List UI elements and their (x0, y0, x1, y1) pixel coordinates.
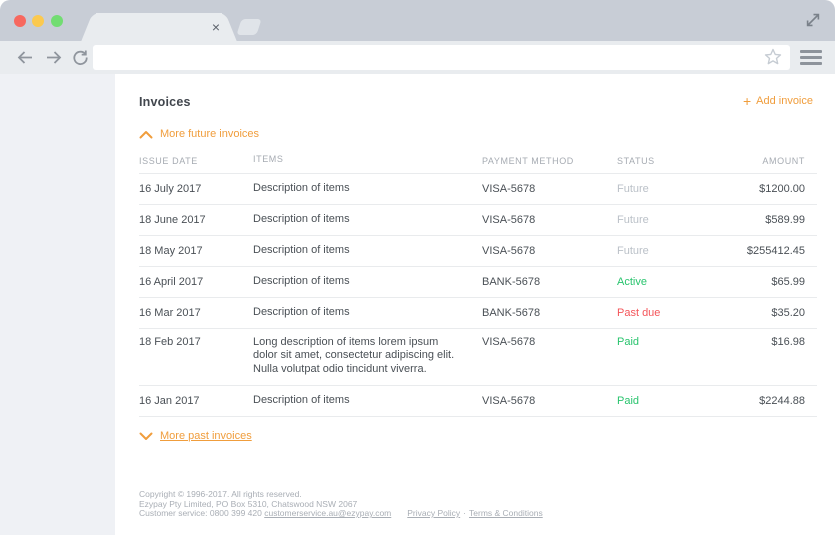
issue-date-cell: 16 April 2017 (139, 275, 204, 288)
issue-date-cell: 16 July 2017 (139, 182, 202, 195)
issue-date-cell: 16 Mar 2017 (139, 306, 201, 319)
address-bar-input[interactable] (93, 45, 790, 70)
footer-customer-service: Customer service: 0800 399 420 (139, 508, 265, 519)
page-title: Invoices (139, 95, 191, 109)
amount-cell: $2244.88 (759, 395, 805, 408)
payment-method-cell: VISA-5678 (482, 335, 536, 348)
items-cell: Description of items (253, 243, 350, 256)
status-cell: Past due (617, 306, 661, 319)
amount-cell: $589.99 (765, 213, 805, 226)
footer-contact-row: Customer service: 0800 399 420 customers… (139, 508, 835, 519)
header-amount: AMOUNT (762, 155, 805, 166)
invoice-table-row: 16 April 2017 Description of items BANK-… (139, 267, 817, 298)
invoice-table-body: 16 July 2017 Description of items VISA-5… (139, 174, 817, 418)
window-zoom-button[interactable] (51, 15, 63, 27)
header-status: STATUS (617, 155, 655, 166)
left-sidebar-strip (0, 74, 115, 535)
header-items: ITEMS (253, 154, 284, 165)
back-button[interactable] (16, 48, 35, 67)
browser-window: × Invoices + Add invoice More future inv… (0, 0, 835, 535)
issue-date-cell: 18 Feb 2017 (139, 335, 201, 348)
payment-method-cell: VISA-5678 (482, 244, 536, 257)
bookmark-star-icon[interactable] (763, 47, 783, 67)
add-invoice-button[interactable]: + Add invoice (742, 92, 813, 109)
privacy-policy-link[interactable]: Privacy Policy (407, 508, 460, 518)
invoice-table-row: 16 Mar 2017 Description of items BANK-56… (139, 298, 817, 329)
status-cell: Active (617, 275, 647, 288)
amount-cell: $1200.00 (759, 182, 805, 195)
page-body: Invoices + Add invoice More future invoi… (0, 74, 835, 535)
tab-close-icon[interactable]: × (212, 20, 220, 34)
terms-conditions-link[interactable]: Terms & Conditions (469, 508, 543, 518)
amount-cell: $16.98 (771, 335, 805, 348)
more-future-invoices-label: More future invoices (160, 128, 260, 140)
window-close-button[interactable] (14, 15, 26, 27)
invoice-table: ISSUE DATE ITEMS PAYMENT METHOD STATUS A… (139, 148, 817, 418)
browser-tab[interactable]: × (96, 13, 222, 41)
amount-cell: $35.20 (771, 306, 805, 319)
refresh-button[interactable] (71, 48, 90, 67)
items-cell: Description of items (253, 305, 350, 318)
header-payment-method: PAYMENT METHOD (482, 155, 574, 166)
issue-date-cell: 18 June 2017 (139, 213, 206, 226)
site-footer: Copyright © 1996-2017. All rights reserv… (139, 489, 835, 519)
table-header-row: ISSUE DATE ITEMS PAYMENT METHOD STATUS A… (139, 148, 817, 174)
window-minimize-button[interactable] (32, 15, 44, 27)
items-cell: Description of items (253, 181, 350, 194)
status-cell: Future (617, 213, 649, 226)
items-cell: Description of items (253, 394, 350, 407)
browser-toolbar (0, 41, 835, 74)
items-cell: Long description of items lorem ipsum do… (253, 335, 455, 376)
chevron-down-icon (139, 432, 153, 440)
payment-method-cell: BANK-5678 (482, 275, 541, 288)
invoices-page: Invoices + Add invoice More future invoi… (115, 74, 835, 535)
forward-button[interactable] (44, 48, 63, 67)
add-invoice-label: Add invoice (756, 95, 813, 107)
header-issue-date: ISSUE DATE (139, 155, 198, 166)
chevron-up-icon (139, 130, 153, 138)
invoice-table-row: 16 July 2017 Description of items VISA-5… (139, 174, 817, 205)
status-cell: Future (617, 182, 649, 195)
items-cell: Description of items (253, 212, 350, 225)
issue-date-cell: 16 Jan 2017 (139, 395, 200, 408)
fullscreen-resize-icon[interactable] (804, 11, 822, 29)
payment-method-cell: VISA-5678 (482, 395, 536, 408)
more-past-invoices-label: More past invoices (160, 430, 252, 443)
items-cell: Description of items (253, 274, 350, 287)
issue-date-cell: 18 May 2017 (139, 244, 203, 257)
customer-service-email-link[interactable]: customerservice.au@ezypay.com (264, 508, 391, 518)
payment-method-cell: VISA-5678 (482, 213, 536, 226)
payment-method-cell: BANK-5678 (482, 306, 541, 319)
link-separator: · (463, 508, 467, 519)
more-past-invoices-link[interactable]: More past invoices (139, 430, 252, 442)
more-future-invoices-link[interactable]: More future invoices (139, 128, 259, 140)
invoice-table-row: 16 Jan 2017 Description of items VISA-56… (139, 386, 817, 418)
page-header: Invoices + Add invoice (139, 92, 813, 110)
new-tab-button[interactable] (236, 19, 262, 35)
browser-titlebar: × (0, 0, 835, 41)
plus-icon: + (742, 92, 752, 109)
invoice-table-row: 18 June 2017 Description of items VISA-5… (139, 205, 817, 236)
status-cell: Paid (617, 395, 640, 408)
status-cell: Paid (617, 335, 640, 348)
payment-method-cell: VISA-5678 (482, 182, 536, 195)
invoice-table-row: 18 May 2017 Description of items VISA-56… (139, 236, 817, 267)
invoice-table-row: 18 Feb 2017 Long description of items lo… (139, 329, 817, 387)
status-cell: Future (617, 244, 649, 257)
browser-menu-icon[interactable] (800, 50, 822, 65)
amount-cell: $255412.45 (746, 244, 805, 257)
amount-cell: $65.99 (771, 275, 805, 288)
